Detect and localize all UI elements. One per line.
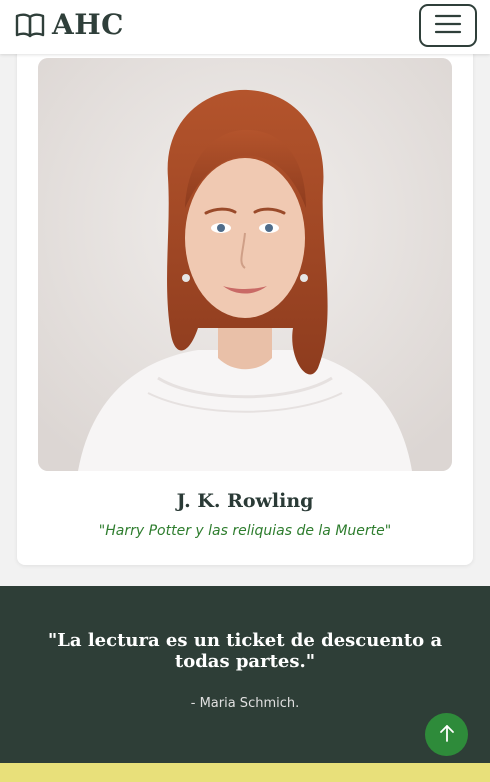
menu-toggle-button[interactable] <box>419 4 477 47</box>
open-book-icon <box>14 10 46 40</box>
quote-author: - Maria Schmich. <box>190 696 300 711</box>
book-title: "Harry Potter y las reliquias de la Muer… <box>98 523 392 539</box>
arrow-up-icon <box>438 723 456 747</box>
brand-logo-link[interactable]: AHC <box>14 8 124 42</box>
brand-name: AHC <box>52 8 124 41</box>
hamburger-menu-icon <box>434 13 462 39</box>
scroll-to-top-button[interactable] <box>425 713 468 756</box>
author-name: J. K. Rowling <box>176 490 314 512</box>
author-photo <box>38 58 452 471</box>
quote-text: "La lectura es un ticket de descuento a … <box>47 630 443 672</box>
footer-strip <box>0 763 490 782</box>
quote-section <box>0 586 490 763</box>
top-navbar: AHC <box>0 0 490 54</box>
